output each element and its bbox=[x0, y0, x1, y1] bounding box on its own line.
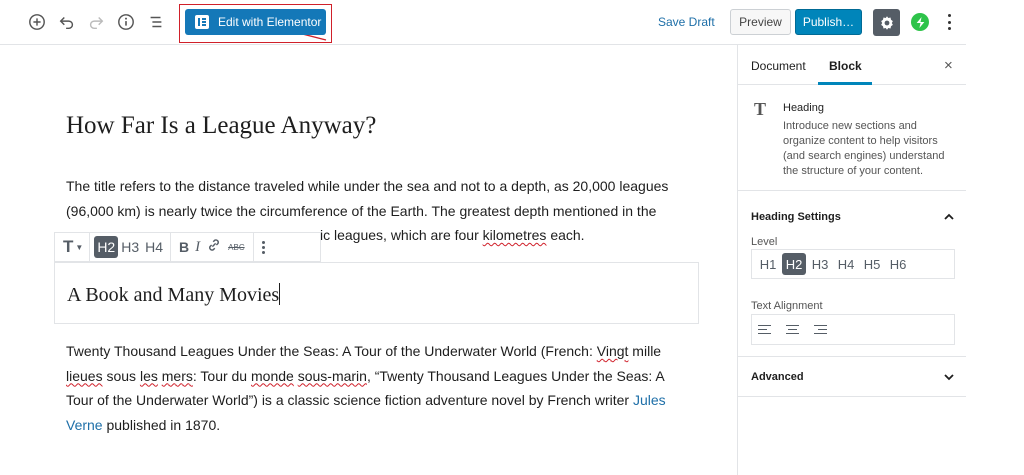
spelling-flag: sous-marin bbox=[297, 367, 367, 384]
align-left-icon[interactable] bbox=[758, 324, 773, 336]
text-cursor bbox=[279, 283, 281, 305]
elementor-button-label: Edit with Elementor bbox=[218, 15, 322, 29]
paragraph-tail-end: each. bbox=[546, 227, 585, 243]
heading-level-h2[interactable]: H2 bbox=[94, 236, 119, 258]
level-h1-button[interactable]: H1 bbox=[756, 253, 780, 275]
text-run: Twenty Thousand Leagues Under the Seas: … bbox=[66, 343, 597, 359]
text-run: mille bbox=[628, 343, 662, 359]
outline-icon[interactable] bbox=[145, 11, 167, 33]
tab-document[interactable]: Document bbox=[751, 59, 806, 73]
text-alignment-label: Text Alignment bbox=[751, 300, 823, 312]
block-card: T Heading Introduce new sections and org… bbox=[738, 85, 966, 191]
advanced-toggle[interactable]: Advanced bbox=[751, 371, 804, 383]
post-title[interactable]: How Far Is a League Anyway? bbox=[66, 112, 376, 140]
level-label: Level bbox=[751, 236, 778, 248]
redo-icon[interactable] bbox=[85, 11, 107, 33]
spelling-flag: Vingt bbox=[596, 343, 629, 359]
paragraph-tail: ic leagues, which are four bbox=[320, 227, 483, 243]
settings-button[interactable] bbox=[873, 9, 900, 36]
spelling-flag: mers bbox=[161, 367, 193, 384]
level-h2-button[interactable]: H2 bbox=[782, 253, 806, 275]
spelling-flag: les bbox=[139, 367, 158, 384]
spelling-flag: lieues bbox=[66, 367, 103, 384]
elementor-icon bbox=[195, 15, 209, 29]
heading-block-content: A Book and Many Movies bbox=[67, 284, 280, 306]
heading-block-text[interactable]: A Book and Many Movies bbox=[67, 283, 281, 307]
heading-level-group: H2 H3 H4 bbox=[90, 233, 172, 261]
block-toolbar: T ▼ H2 H3 H4 B I ABC bbox=[54, 232, 321, 262]
paragraph-block-2[interactable]: Twenty Thousand Leagues Under the Seas: … bbox=[66, 339, 676, 437]
undo-icon[interactable] bbox=[56, 11, 78, 33]
edit-with-elementor-button[interactable]: Edit with Elementor bbox=[185, 9, 326, 35]
align-center-icon[interactable] bbox=[785, 324, 800, 336]
publish-button[interactable]: Publish… bbox=[795, 9, 862, 35]
text-alignment-selector bbox=[751, 314, 955, 345]
heading-level-h4[interactable]: H4 bbox=[142, 236, 166, 258]
preview-button[interactable]: Preview bbox=[730, 9, 791, 35]
sidebar-tabs: Document Block × bbox=[738, 45, 966, 85]
tab-block[interactable]: Block bbox=[829, 59, 862, 73]
more-options-button[interactable] bbox=[943, 12, 955, 32]
block-type-switcher[interactable]: T ▼ bbox=[55, 233, 91, 261]
chevron-up-icon[interactable] bbox=[943, 211, 955, 223]
format-group: B I ABC bbox=[171, 233, 254, 261]
italic-button[interactable]: I bbox=[195, 239, 200, 256]
spelling-flag: kilometres bbox=[482, 227, 547, 243]
block-card-description: Introduce new sections and organize cont… bbox=[783, 120, 945, 177]
strikethrough-button[interactable]: ABC bbox=[228, 243, 244, 252]
heading-settings-toggle[interactable]: Heading Settings bbox=[751, 211, 841, 223]
info-icon[interactable] bbox=[115, 11, 137, 33]
advanced-panel: Advanced bbox=[738, 357, 966, 397]
level-h5-button[interactable]: H5 bbox=[860, 253, 884, 275]
link-button[interactable] bbox=[206, 237, 222, 258]
settings-sidebar: Document Block × T Heading Introduce new… bbox=[737, 45, 966, 475]
heading-level-h3[interactable]: H3 bbox=[118, 236, 142, 258]
save-draft-link[interactable]: Save Draft bbox=[658, 15, 715, 29]
level-h6-button[interactable]: H6 bbox=[886, 253, 910, 275]
link-icon bbox=[209, 238, 220, 251]
heading-level-selector: H1 H2 H3 H4 H5 H6 bbox=[751, 249, 955, 279]
more-options-icon bbox=[947, 14, 951, 17]
heading-type-icon: T bbox=[63, 237, 74, 256]
bolt-icon bbox=[916, 16, 924, 28]
chevron-down-icon[interactable] bbox=[943, 371, 955, 383]
more-vertical-icon bbox=[261, 240, 265, 244]
text-run: sous bbox=[102, 367, 140, 384]
editor-header: Edit with Elementor Save Draft Preview P… bbox=[0, 0, 966, 45]
close-icon[interactable]: × bbox=[944, 57, 953, 74]
chevron-down-icon: ▼ bbox=[75, 242, 84, 252]
gear-icon bbox=[880, 15, 893, 30]
bold-button[interactable]: B bbox=[179, 239, 189, 255]
text-run: published in 1870. bbox=[102, 416, 221, 433]
heading-block-icon: T bbox=[754, 99, 767, 119]
jetpack-bolt-button[interactable] bbox=[911, 13, 929, 31]
level-h3-button[interactable]: H3 bbox=[808, 253, 832, 275]
align-right-icon[interactable] bbox=[812, 324, 827, 336]
spelling-flag: monde bbox=[251, 367, 294, 384]
add-block-icon[interactable] bbox=[26, 11, 48, 33]
heading-block[interactable]: A Book and Many Movies bbox=[54, 262, 699, 324]
text-run: : Tour du bbox=[192, 367, 251, 384]
heading-settings-panel: Heading Settings Level H1 H2 H3 H4 H5 H6… bbox=[738, 191, 966, 357]
block-card-title: Heading bbox=[783, 102, 824, 114]
block-more-options-button[interactable] bbox=[254, 240, 273, 254]
level-h4-button[interactable]: H4 bbox=[834, 253, 858, 275]
